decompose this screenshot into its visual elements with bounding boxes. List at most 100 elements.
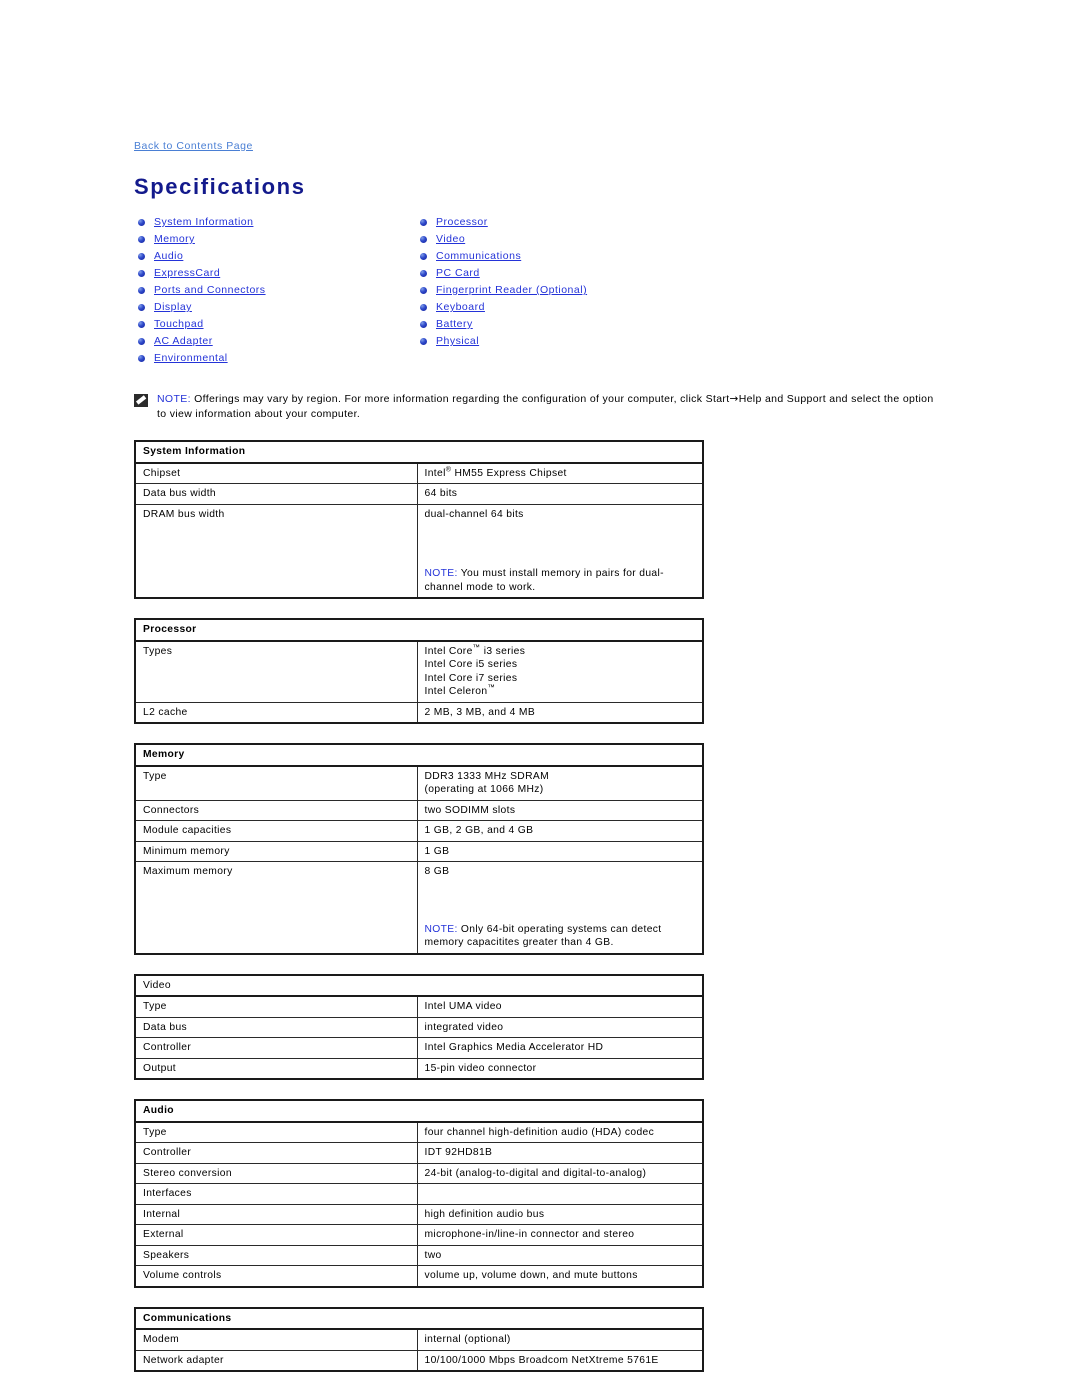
toc-link-battery[interactable]: Battery <box>436 316 473 333</box>
row-value: Intel® HM55 Express Chipset <box>416 462 704 484</box>
section-heading-system-information: System Information <box>134 440 704 464</box>
row-value: integrated video <box>416 1016 704 1038</box>
toc-link-environmental[interactable]: Environmental <box>154 350 228 367</box>
row-label: Controller <box>134 1142 418 1164</box>
row-value: 2 MB, 3 MB, and 4 MB <box>416 701 704 724</box>
row-value: IDT 92HD81B <box>416 1142 704 1164</box>
bullet-icon <box>420 338 427 345</box>
toc-link-keyboard[interactable]: Keyboard <box>436 299 485 316</box>
row-label: External <box>134 1224 418 1246</box>
table-row: Type four channel high-definition audio (… <box>134 1121 704 1143</box>
table-row: Volume controls volume up, volume down, a… <box>134 1265 704 1287</box>
row-value: 1 GB, 2 GB, and 4 GB <box>416 820 704 842</box>
toc-link-ports-and-connectors[interactable]: Ports and Connectors <box>154 282 266 299</box>
toc-link-pc-card[interactable]: PC Card <box>436 265 480 282</box>
toc-link-video[interactable]: Video <box>436 231 465 248</box>
document-page: Back to Contents Page Specifications Sys… <box>134 0 954 1372</box>
global-note-text: NOTE: Offerings may vary by region. For … <box>157 392 934 422</box>
spec-table-processor: Processor Types Intel Core™ i3 series Intel… <box>134 618 704 724</box>
cell-note: NOTE: Only 64-bit operating systems can … <box>425 923 697 950</box>
row-label: Output <box>134 1057 418 1080</box>
toc-column-right: Processor Video Communications PC Card Finge… <box>420 214 760 350</box>
toc-item-physical[interactable]: Physical <box>420 333 760 350</box>
row-value: DDR3 1333 MHz SDRAM (operating at 1066 MH… <box>416 765 704 801</box>
toc-item-keyboard[interactable]: Keyboard <box>420 299 760 316</box>
toc-item-expresscard[interactable]: ExpressCard <box>138 265 428 282</box>
bullet-icon <box>138 236 145 243</box>
bullet-icon <box>138 270 145 277</box>
section-heading-memory: Memory <box>134 743 704 767</box>
row-value: volume up, volume down, and mute buttons <box>416 1265 704 1287</box>
section-heading-audio: Audio <box>134 1099 704 1123</box>
row-label: Maximum memory <box>134 861 418 954</box>
table-row: DRAM bus width dual-channel 64 bits NOTE: … <box>134 503 704 599</box>
section-header-row: Audio <box>134 1099 704 1123</box>
toc-link-expresscard[interactable]: ExpressCard <box>154 265 220 282</box>
toc-link-physical[interactable]: Physical <box>436 333 479 350</box>
table-row: Data bus width 64 bits <box>134 483 704 505</box>
cell-spacer <box>425 521 697 563</box>
row-value: 64 bits <box>416 483 704 505</box>
toc-item-touchpad[interactable]: Touchpad <box>138 316 428 333</box>
row-label: Type <box>134 765 418 801</box>
toc-link-touchpad[interactable]: Touchpad <box>154 316 204 333</box>
table-row: Connectors two SODIMM slots <box>134 799 704 821</box>
toc-item-battery[interactable]: Battery <box>420 316 760 333</box>
toc-link-communications[interactable]: Communications <box>436 248 521 265</box>
spec-table-system-information: System Information Chipset Intel® HM55 Exp… <box>134 440 705 599</box>
table-row: Stereo conversion 24-bit (analog-to-digit… <box>134 1162 704 1184</box>
table-row: Maximum memory 8 GB NOTE: Only 64-bit oper… <box>134 861 704 954</box>
section-header-row: Communications <box>134 1307 704 1330</box>
note-pencil-icon <box>134 394 148 407</box>
row-value: microphone-in/line-in connector and ster… <box>416 1224 704 1246</box>
toc-item-communications[interactable]: Communications <box>420 248 760 265</box>
bullet-icon <box>138 304 145 311</box>
row-label: Modem <box>134 1328 418 1351</box>
row-label: Connectors <box>134 799 418 821</box>
cell-spacer <box>425 879 697 919</box>
toc-link-processor[interactable]: Processor <box>436 214 488 231</box>
table-row: Modem internal (optional) <box>134 1328 704 1351</box>
toc-item-environmental[interactable]: Environmental <box>138 350 428 367</box>
table-of-contents: System Information Memory Audio ExpressCard… <box>134 214 834 366</box>
toc-link-fingerprint-reader-optional[interactable]: Fingerprint Reader (Optional) <box>436 282 587 299</box>
row-label: Minimum memory <box>134 840 418 862</box>
bullet-icon <box>138 355 145 362</box>
bullet-icon <box>420 287 427 294</box>
toc-link-ac-adapter[interactable]: AC Adapter <box>154 333 213 350</box>
cell-note: NOTE: You must install memory in pairs f… <box>425 567 697 594</box>
row-value: two SODIMM slots <box>416 799 704 821</box>
row-label: Data bus width <box>134 483 418 505</box>
toc-item-ports-and-connectors[interactable]: Ports and Connectors <box>138 282 428 299</box>
row-label: Data bus <box>134 1016 418 1038</box>
toc-item-memory[interactable]: Memory <box>138 231 428 248</box>
toc-link-display[interactable]: Display <box>154 299 192 316</box>
table-row: Chipset Intel® HM55 Express Chipset <box>134 462 704 484</box>
row-label: Stereo conversion <box>134 1162 418 1184</box>
toc-item-processor[interactable]: Processor <box>420 214 760 231</box>
toc-item-fingerprint-reader-optional[interactable]: Fingerprint Reader (Optional) <box>420 282 760 299</box>
toc-item-system-information[interactable]: System Information <box>138 214 428 231</box>
table-row: Type Intel UMA video <box>134 995 704 1018</box>
toc-link-audio[interactable]: Audio <box>154 248 183 265</box>
section-heading-processor: Processor <box>134 618 704 642</box>
row-value: dual-channel 64 bits NOTE: You must insta… <box>416 503 704 599</box>
toc-item-ac-adapter[interactable]: AC Adapter <box>138 333 428 350</box>
row-value: Intel UMA video <box>416 995 704 1018</box>
toc-link-system-information[interactable]: System Information <box>154 214 253 231</box>
row-label: Volume controls <box>134 1265 418 1287</box>
toc-item-display[interactable]: Display <box>138 299 428 316</box>
toc-item-video[interactable]: Video <box>420 231 760 248</box>
table-row: Network adapter 10/100/1000 Mbps Broadcom… <box>134 1349 704 1372</box>
row-label: Type <box>134 995 418 1018</box>
toc-item-pc-card[interactable]: PC Card <box>420 265 760 282</box>
table-row: Type DDR3 1333 MHz SDRAM (operating at 106… <box>134 765 704 801</box>
row-value: internal (optional) <box>416 1328 704 1351</box>
page-title: Specifications <box>134 174 306 199</box>
bullet-icon <box>420 219 427 226</box>
row-label: Controller <box>134 1037 418 1059</box>
row-value: 8 GB NOTE: Only 64-bit operating systems … <box>416 861 704 954</box>
toc-link-memory[interactable]: Memory <box>154 231 195 248</box>
toc-item-audio[interactable]: Audio <box>138 248 428 265</box>
back-to-contents-link[interactable]: Back to Contents Page <box>134 140 253 152</box>
